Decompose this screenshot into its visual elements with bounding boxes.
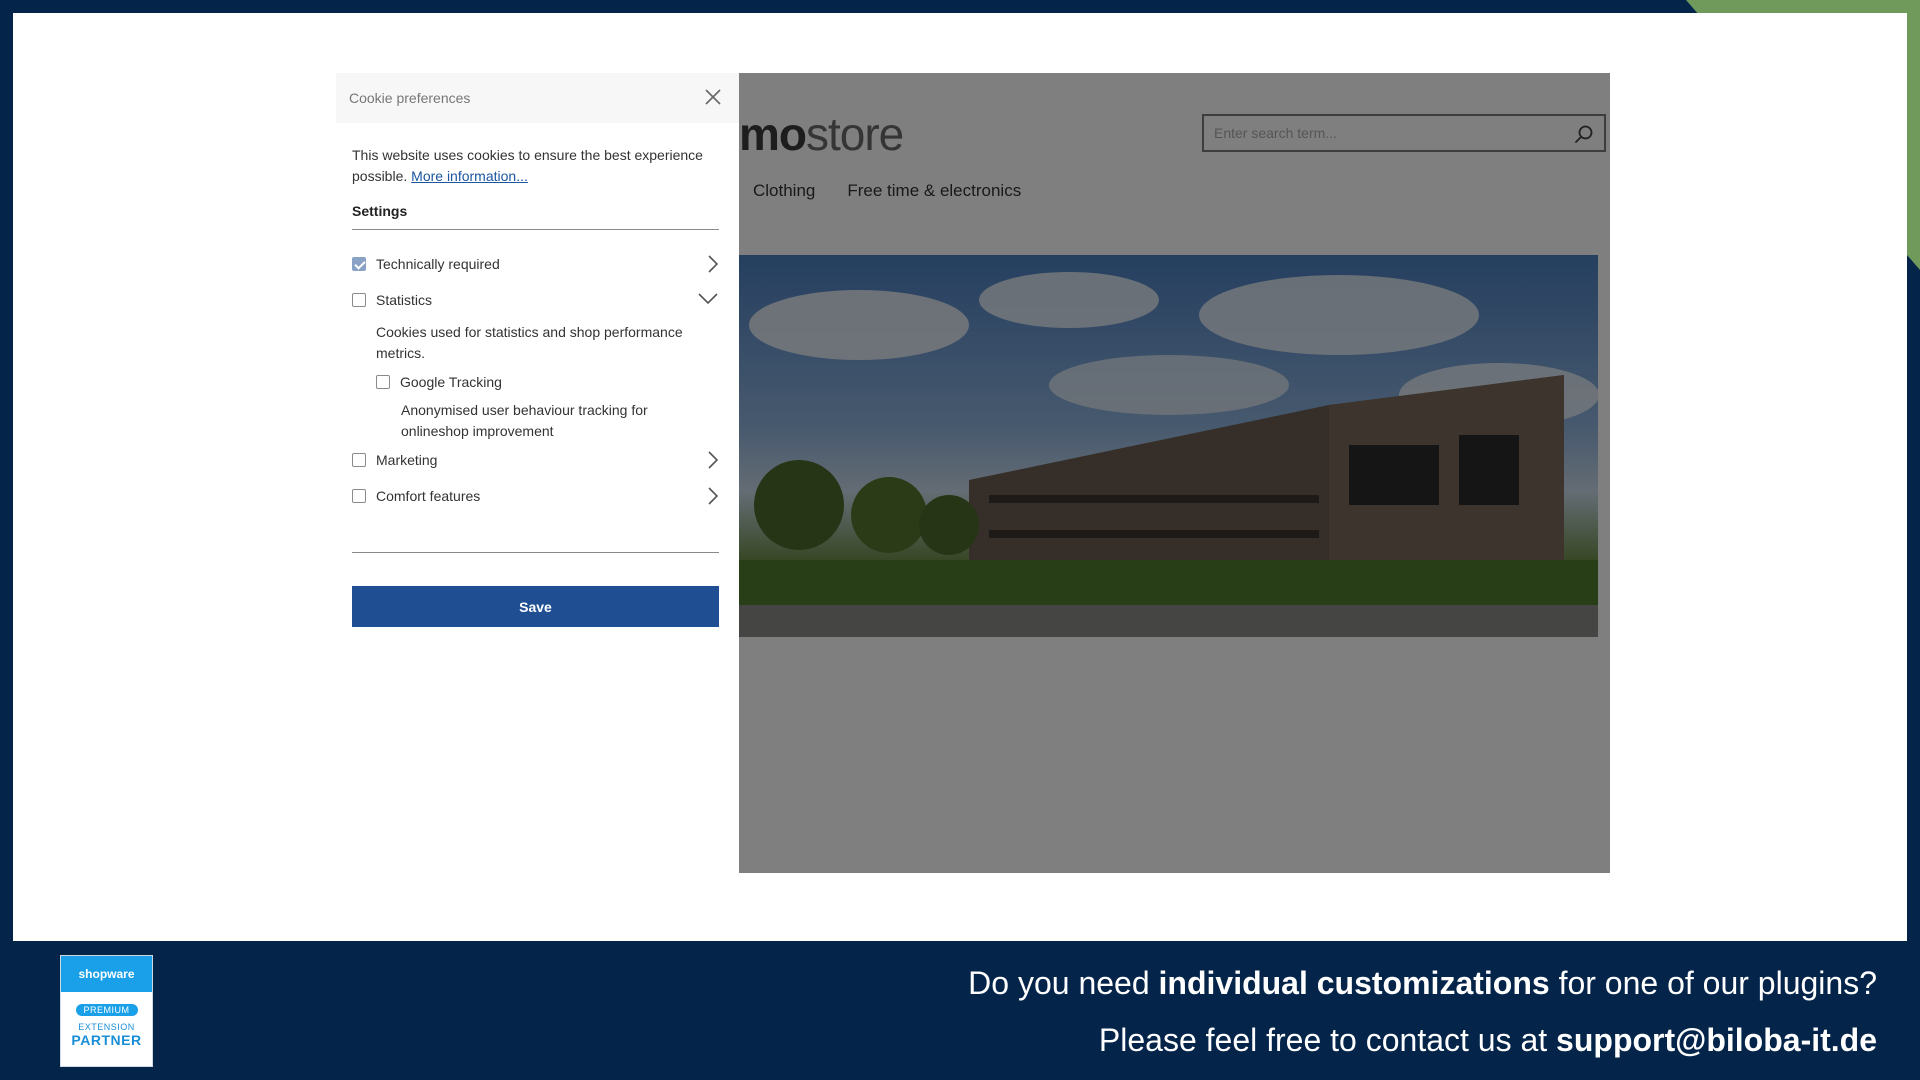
footer-customizations: Do you need individual customizations fo…: [968, 965, 1877, 1001]
checkbox-google-tracking[interactable]: [376, 375, 390, 389]
category-comfort-features[interactable]: Comfort features: [352, 484, 719, 508]
more-information-link[interactable]: More information...: [411, 168, 528, 184]
checkbox-marketing[interactable]: [352, 453, 366, 467]
badge-partner: PARTNER: [71, 1032, 142, 1048]
close-icon[interactable]: [705, 89, 721, 108]
divider: [352, 229, 719, 230]
checkbox-statistics[interactable]: [352, 293, 366, 307]
chevron-right-icon[interactable]: [707, 450, 719, 473]
save-button[interactable]: Save: [352, 586, 719, 627]
badge-tier: PREMIUM: [75, 1004, 138, 1016]
cookie-modal: Cookie preferences This website uses coo…: [336, 73, 739, 873]
shopware-partner-badge: shopware PREMIUM EXTENSION PARTNER: [60, 955, 153, 1067]
divider: [352, 552, 719, 553]
checkbox-technically-required[interactable]: [352, 257, 366, 271]
checkbox-comfort-features[interactable]: [352, 489, 366, 503]
modal-title: Cookie preferences: [349, 90, 471, 106]
screenshot-frame: mostore Clothing Free time & electronics: [13, 13, 1907, 941]
google-tracking-description: Anonymised user behaviour tracking for o…: [401, 402, 648, 439]
category-marketing[interactable]: Marketing: [352, 448, 719, 472]
settings-title: Settings: [352, 203, 408, 219]
modal-body: This website uses cookies to ensure the …: [336, 145, 739, 627]
statistics-description: Cookies used for statistics and shop per…: [376, 324, 683, 361]
sub-category-google-tracking[interactable]: Google Tracking: [376, 370, 719, 394]
category-technically-required[interactable]: Technically required: [352, 252, 719, 276]
support-email[interactable]: support@biloba-it.de: [1556, 1022, 1877, 1058]
category-statistics[interactable]: Statistics: [352, 288, 719, 312]
page-overlay: [739, 73, 1610, 873]
footer-contact: Please feel free to contact us at suppor…: [1098, 1022, 1877, 1058]
shop-page: mostore Clothing Free time & electronics: [739, 73, 1610, 873]
shopware-logo: shopware: [61, 956, 152, 992]
chevron-right-icon[interactable]: [707, 254, 719, 277]
chevron-down-icon[interactable]: [697, 292, 719, 309]
chevron-right-icon[interactable]: [707, 486, 719, 509]
cookie-intro: This website uses cookies to ensure the …: [352, 147, 703, 184]
modal-header: Cookie preferences: [336, 73, 739, 123]
badge-extension: EXTENSION: [78, 1022, 135, 1032]
